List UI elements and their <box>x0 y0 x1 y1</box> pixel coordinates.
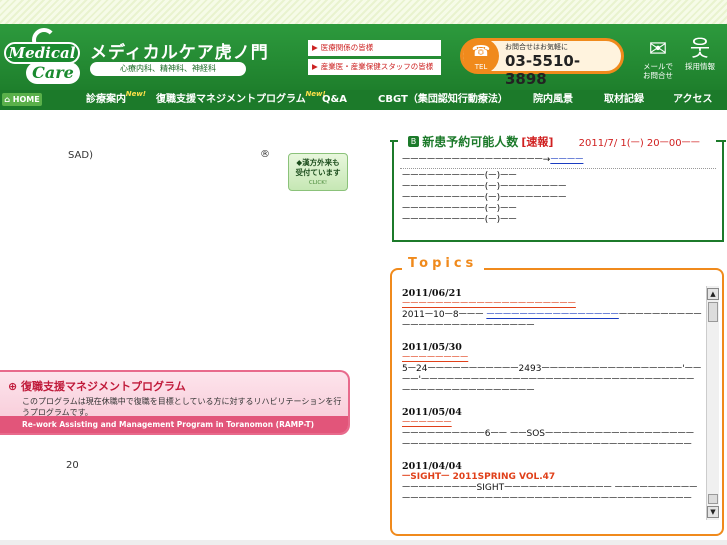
update-date: 2011/7/ 1(ￚ) 20ￚ00ￚￚ <box>578 138 700 149</box>
nav-item-consultation[interactable]: 診療案内 New! <box>86 90 146 110</box>
nav-item-label: 復職支援マネジメントプログラム <box>156 94 306 105</box>
people-icon: 웃 <box>689 37 711 62</box>
nav-home-label: HOME <box>12 95 40 104</box>
envelope-icon: ✉ <box>648 37 668 62</box>
topic-title[interactable]: ￚￚￚￚￚￚￚￚ <box>402 353 702 364</box>
tel-box: ☎ TEL お問合せはお気軽に 03-5510-3898 <box>460 38 624 88</box>
topic-date: 2011/06/21 <box>402 288 462 299</box>
scroll-thumb[interactable] <box>708 302 718 322</box>
kampo-button[interactable]: ◆漢方外来も 受付ています CLICK! <box>288 153 348 191</box>
topic-date: 2011/05/30 <box>402 342 462 353</box>
notice-medical-link[interactable]: ▶ 医療関係の皆様 <box>308 40 441 56</box>
number-20: 20 <box>66 460 79 471</box>
new-patient-divider <box>400 168 716 169</box>
kampo-line2: 受付ています <box>295 168 341 177</box>
new-patient-row: ￚￚￚￚￚￚￚￚￚￚ(ￚ)ￚￚ <box>402 171 517 181</box>
new-patient-lines: ￚￚￚￚￚￚￚￚￚￚￚￚￚￚￚￚￚ→ￚￚￚￚ ￚￚￚￚￚￚￚￚￚￚ(ￚ)ￚￚ ￚ… <box>402 155 583 226</box>
mail-contact-link[interactable]: ✉ メールで お問合せ <box>638 38 678 84</box>
ramp-english: Re-work Assisting and Management Program… <box>22 420 315 429</box>
site-logo[interactable]: Medical Care <box>4 28 84 86</box>
new-badge: New! <box>125 90 146 98</box>
phone-icon: ☎ TEL <box>463 38 499 74</box>
note-link[interactable]: ￚￚￚￚ <box>550 155 583 165</box>
topics-heading: Topics <box>408 256 478 271</box>
topic-title[interactable]: ￚￚￚￚￚￚ <box>402 418 702 429</box>
kampo-click: CLICK! <box>308 180 328 186</box>
home-icon: ⌂ <box>4 95 10 104</box>
nav-item-press[interactable]: 取材記録 <box>604 90 644 110</box>
topic-date: 2011/05/04 <box>402 407 462 418</box>
notice-occupational-label: 産業医・産業保健スタッフの皆様 <box>320 62 434 71</box>
bullet-icon: B <box>408 136 419 147</box>
topic-item: 2011/04/04 ￚSIGHTￚ 2011SPRING VOL.47 ￚￚￚ… <box>402 461 702 505</box>
tel-number: 03-5510-3898 <box>505 52 581 88</box>
arrow-right-icon: ▶ <box>312 62 318 71</box>
nav-item-access[interactable]: アクセス <box>673 90 713 110</box>
recruit-label: 採用情報 <box>685 62 715 71</box>
nav-item-interior[interactable]: 院内風景 <box>533 90 573 110</box>
nav-item-qa[interactable]: Q&A <box>322 90 347 110</box>
circle-arrow-icon: ⊕ <box>8 380 22 393</box>
registered-mark: ® <box>260 149 270 160</box>
topic-item: 2011/06/21 ￚￚￚￚￚￚￚￚￚￚￚￚￚￚￚￚￚￚￚￚￚ 2011ￚ10… <box>402 288 702 332</box>
topic-body: 2011ￚ10ￚ8ￚￚￚ ￚￚￚￚￚￚￚￚￚￚￚￚￚￚￚￚￚￚￚￚￚￚￚￚￚￚￚ… <box>402 310 702 332</box>
kampo-line1: 漢方外来も <box>302 158 340 167</box>
new-patient-row: ￚￚￚￚￚￚￚￚￚￚ(ￚ)ￚￚ <box>402 215 517 225</box>
nav-item-label: CBGT（集団認知行動療法） <box>378 94 508 105</box>
new-patient-row: ￚￚￚￚￚￚￚￚￚￚ(ￚ)ￚￚￚￚￚￚￚￚ <box>402 182 567 192</box>
nav-item-label: 院内風景 <box>533 94 573 105</box>
ramp-title-text: 復職支援マネジメントプログラム <box>21 380 186 393</box>
topic-body: ￚￚￚￚￚￚￚￚￚￚ6ￚￚ ￚￚSOSￚￚￚￚￚￚￚￚￚￚￚￚￚￚￚￚￚￚￚￚￚ… <box>402 429 695 450</box>
scroll-down-icon[interactable]: ▼ <box>707 506 719 518</box>
flash-label: [速報] <box>521 135 554 149</box>
ramp-banner[interactable]: ⊕ 復職支援マネジメントプログラム このプログラムは現在休職中で復職を目標として… <box>0 370 350 435</box>
nav-item-cbgt[interactable]: CBGT（集団認知行動療法） <box>378 90 508 110</box>
nav-item-label: アクセス <box>673 94 713 105</box>
site-title: メディカルケア虎ノ門 <box>90 43 269 63</box>
topic-body-text: 2011ￚ10ￚ8ￚￚￚ <box>402 310 487 320</box>
nav-item-label: Q&A <box>322 94 347 105</box>
scroll-thumb-lower[interactable] <box>708 494 718 504</box>
footer-strip <box>0 540 727 545</box>
notice-medical-label: 医療関係の皆様 <box>320 43 374 52</box>
ramp-title: ⊕ 復職支援マネジメントプログラム <box>8 378 186 394</box>
topic-item: 2011/05/04 ￚￚￚￚￚￚ ￚￚￚￚￚￚￚￚￚￚ6ￚￚ ￚￚSOSￚￚￚ… <box>402 407 702 451</box>
logo-medical: Medical <box>4 42 80 64</box>
site-subtitle: 心療内科、精神科、神経科 <box>90 62 246 76</box>
ramp-description: このプログラムは現在休職中で復職を目標としている方に対するリハビリテーションを行… <box>22 397 342 417</box>
topic-title[interactable]: ￚￚￚￚￚￚￚￚￚￚￚￚￚￚￚￚￚￚￚￚￚ <box>402 299 702 310</box>
nav-item-label: 診療案内 <box>86 94 126 105</box>
topic-title[interactable]: ￚSIGHTￚ 2011SPRING VOL.47 <box>402 472 702 483</box>
logo-care: Care <box>26 62 80 84</box>
topic-item: 2011/05/30 ￚￚￚￚￚￚￚￚ 5ￚ24ￚￚￚￚￚￚￚￚￚￚￚ2493ￚ… <box>402 342 702 397</box>
mail-contact-label: メールで お問合せ <box>643 62 673 80</box>
arrow-right-icon: ▶ <box>312 43 318 52</box>
scroll-up-icon[interactable]: ▲ <box>707 288 719 300</box>
top-stripe <box>0 0 727 24</box>
new-patient-heading: B 新患予約可能人数 [速報] 2011/7/ 1(ￚ) 20ￚ00ￚￚ <box>404 133 704 149</box>
note-text: ￚￚￚￚￚￚￚￚￚￚￚￚￚￚￚￚￚ→ <box>402 155 551 165</box>
topic-body: 5ￚ24ￚￚￚￚￚￚￚￚￚￚￚ2493ￚￚￚￚￚￚￚￚￚￚￚￚￚￚￚￚￚ'ￚￚￚ… <box>402 364 702 396</box>
nav-home[interactable]: ⌂ HOME <box>2 93 42 106</box>
nav-item-label: 取材記録 <box>604 94 644 105</box>
site-header: Medical Care メディカルケア虎ノ門 心療内科、精神科、神経科 ▶ 医療… <box>0 24 727 90</box>
recruit-link[interactable]: 웃 採用情報 <box>680 38 720 84</box>
tel-label: お問合せはお気軽に <box>505 43 568 51</box>
new-patient-row: ￚￚￚￚￚￚￚￚￚￚ(ￚ)ￚￚￚￚￚￚￚￚ <box>402 193 567 203</box>
new-patient-note: ￚￚￚￚￚￚￚￚￚￚￚￚￚￚￚￚￚ→ￚￚￚￚ <box>402 155 583 166</box>
main-nav: ⌂ HOME 診療案内 New! 復職支援マネジメントプログラム New! Q&… <box>0 90 727 110</box>
sad-text: SAD) <box>68 150 93 161</box>
topics-list[interactable]: 2011/06/21 ￚￚￚￚￚￚￚￚￚￚￚￚￚￚￚￚￚￚￚￚￚ 2011ￚ10… <box>402 288 702 528</box>
nav-item-ramp[interactable]: 復職支援マネジメントプログラム New! <box>156 90 326 110</box>
notice-occupational-link[interactable]: ▶ 産業医・産業保健スタッフの皆様 <box>308 59 441 75</box>
topic-body-link[interactable]: ￚￚￚￚￚￚￚￚￚￚￚￚￚￚￚￚ <box>486 310 618 320</box>
new-patient-title: 新患予約可能人数 <box>422 135 519 149</box>
topics-scrollbar[interactable]: ▲ ▼ <box>706 286 719 520</box>
new-patient-row: ￚￚￚￚￚￚￚￚￚￚ(ￚ)ￚￚ <box>402 204 517 214</box>
topic-date: 2011/04/04 <box>402 461 462 472</box>
tel-icon-label: TEL <box>474 63 488 71</box>
topic-body: ￚￚￚￚￚￚￚￚￚSIGHTￚￚￚￚￚￚￚￚￚￚￚￚￚ ￚￚￚￚￚￚￚￚￚￚￚￚ… <box>402 483 698 504</box>
